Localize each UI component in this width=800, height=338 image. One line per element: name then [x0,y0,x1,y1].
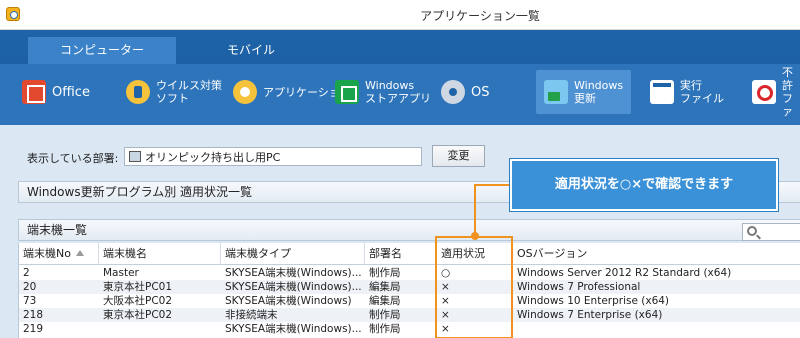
forbidden-icon [752,80,776,104]
department-value: オリンピック持ち出し用PC [145,150,281,164]
column-header-terminal-no[interactable]: 端末機No [19,243,99,265]
sort-ascending-icon [75,250,84,256]
main-content: 表示している部署: オリンピック持ち出し用PC 変更 Windows更新プログラ… [0,125,800,338]
callout-leader-dot [471,232,479,240]
search-icon [747,226,757,236]
tab-mobile[interactable]: モバイル [196,37,306,64]
forbidden-file-button[interactable]: 不許 ファ [752,66,800,118]
callout-leader-horizontal [474,184,510,186]
table-row[interactable]: 219 SKYSEA端末機(Windows)... 制作局 × [19,322,800,336]
windows-update-button[interactable]: Windows 更新 [536,70,632,114]
table-row[interactable]: 73 大阪本社PC02 SKYSEA端末機(Windows) 編集局 × Win… [19,294,800,308]
ribbon-toolbar: Office ウイルス対策 ソフト アプリケーション Windows ストアアプ… [0,64,800,125]
os-icon [441,80,465,104]
application-button[interactable]: アプリケーション [233,70,351,114]
title-bar: アプリケーション一覧 [0,0,800,30]
terminal-list-section[interactable]: 端末機一覧 [18,219,800,241]
executable-button[interactable]: 実行 ファイル [650,70,724,114]
antivirus-icon [126,80,150,104]
column-header-department[interactable]: 部署名 [365,243,437,265]
table-row[interactable]: 218 東京本社PC02 非接続端末 制作局 × Windows 7 Enter… [19,308,800,322]
store-app-button[interactable]: Windows ストアアプリ [335,70,431,114]
search-input[interactable] [742,223,800,241]
column-header-terminal-name[interactable]: 端末機名 [99,243,221,265]
table-row[interactable]: 2 Master SKYSEA端末機(Windows)... 制作局 ○ Win… [19,266,800,280]
office-icon [22,80,46,104]
department-label: 表示している部署: [27,152,119,165]
department-field: オリンピック持ち出し用PC [124,147,422,166]
table-row[interactable]: 20 東京本社PC01 SKYSEA端末機(Windows)... 編集局 × … [19,280,800,294]
callout-box: 適用状況を○×で確認できます [510,159,778,211]
terminal-table: 端末機No 端末機名 端末機タイプ 部署名 適用状況 OSバージョン 2 Mas… [18,243,800,338]
change-department-button[interactable]: 変更 [432,145,485,167]
apply-status-highlight [435,236,513,338]
column-header-os-version[interactable]: OSバージョン [513,243,800,265]
window-title: アプリケーション一覧 [420,9,540,23]
executable-icon [650,80,674,104]
ribbon: コンピューター モバイル Office ウイルス対策 ソフト アプリケーション … [0,30,800,125]
os-button[interactable]: OS [441,70,489,114]
application-icon [233,80,257,104]
callout-leader-vertical [474,185,476,236]
computer-icon [129,151,141,162]
tab-computer[interactable]: コンピューター [28,37,176,64]
office-button[interactable]: Office [22,70,90,114]
store-app-icon [335,80,359,104]
ribbon-tabs: コンピューター モバイル [0,30,800,64]
antivirus-button[interactable]: ウイルス対策 ソフト [126,70,222,114]
windows-update-icon [544,80,568,104]
table-header: 端末機No 端末機名 端末機タイプ 部署名 適用状況 OSバージョン [19,243,800,265]
column-header-terminal-type[interactable]: 端末機タイプ [221,243,365,265]
